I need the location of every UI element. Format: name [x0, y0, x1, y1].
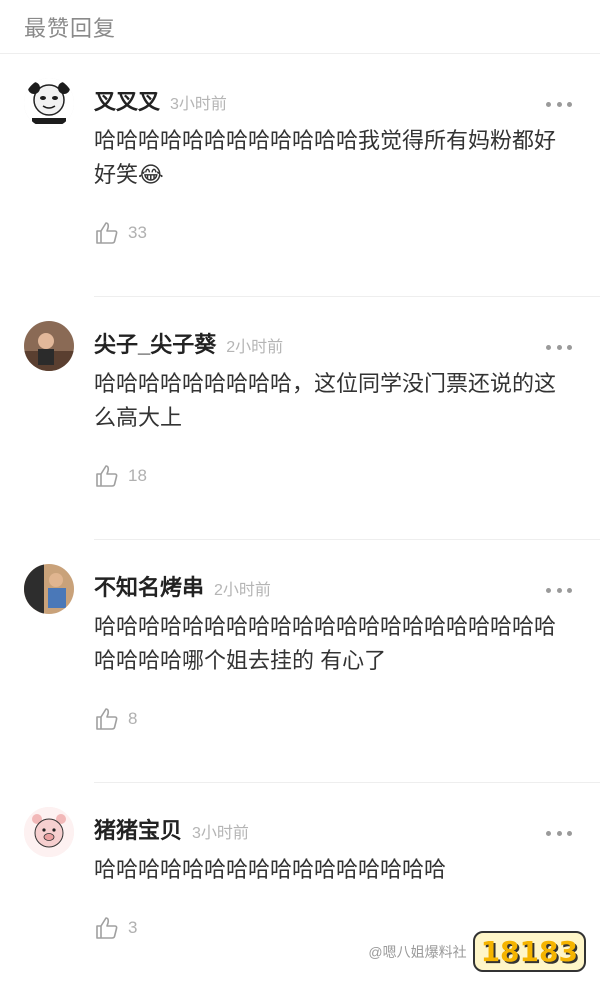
avatar[interactable]	[24, 78, 74, 128]
like-button[interactable]: 18	[94, 461, 600, 491]
site-logo: 18183	[472, 931, 586, 972]
comment-item: 叉叉叉 3小时前 哈哈哈哈哈哈哈哈哈哈哈哈我觉得所有妈粉都好好笑😂 33	[0, 54, 600, 296]
user-photo-icon	[24, 321, 74, 371]
avatar[interactable]	[24, 564, 74, 614]
like-button[interactable]: 8	[94, 704, 600, 734]
like-count: 33	[128, 223, 147, 242]
like-count: 3	[128, 918, 138, 937]
comment-time: 3小时前	[170, 96, 227, 113]
like-count: 18	[128, 466, 147, 485]
like-count: 8	[128, 709, 138, 728]
more-options-icon[interactable]	[546, 100, 572, 108]
comment-username[interactable]: 叉叉叉	[94, 84, 160, 116]
pig-cartoon-icon	[24, 807, 74, 857]
panda-face-icon	[24, 78, 74, 128]
user-photo-icon	[24, 564, 74, 614]
avatar[interactable]	[24, 321, 74, 371]
watermark: @嗯八姐爆料社 18183	[368, 931, 586, 972]
comment-item: 不知名烤串 2小时前 哈哈哈哈哈哈哈哈哈哈哈哈哈哈哈哈哈哈哈哈哈哈哈哈哈哪个姐去…	[0, 540, 600, 782]
comment-item: 尖子_尖子葵 2小时前 哈哈哈哈哈哈哈哈哈，这位同学没门票还说的这么高大上 18	[0, 297, 600, 539]
more-options-icon[interactable]	[546, 586, 572, 594]
thumbs-up-icon	[96, 917, 118, 939]
more-options-icon[interactable]	[546, 343, 572, 351]
more-options-icon[interactable]	[546, 829, 572, 837]
comment-username[interactable]: 不知名烤串	[94, 570, 204, 602]
header: 最赞回复	[0, 0, 600, 54]
like-button[interactable]: 33	[94, 218, 600, 248]
watermark-text: @嗯八姐爆料社	[368, 943, 467, 960]
comment-text: 哈哈哈哈哈哈哈哈哈哈哈哈哈哈哈哈	[94, 857, 447, 882]
comment-text: 哈哈哈哈哈哈哈哈哈，这位同学没门票还说的这么高大上	[94, 371, 557, 430]
comment-text: 哈哈哈哈哈哈哈哈哈哈哈哈我觉得所有妈粉都好好笑😂	[94, 128, 557, 187]
comment-time: 3小时前	[192, 825, 249, 842]
comment-time: 2小时前	[214, 582, 271, 599]
page-title: 最赞回复	[24, 15, 117, 41]
avatar[interactable]	[24, 807, 74, 857]
thumbs-up-icon	[96, 222, 118, 244]
comment-time: 2小时前	[226, 339, 284, 356]
comment-text: 哈哈哈哈哈哈哈哈哈哈哈哈哈哈哈哈哈哈哈哈哈哈哈哈哈哪个姐去挂的 有心了	[94, 614, 557, 673]
comment-username[interactable]: 尖子_尖子葵	[94, 327, 216, 359]
thumbs-up-icon	[96, 708, 118, 730]
comment-username[interactable]: 猪猪宝贝	[94, 813, 182, 845]
thumbs-up-icon	[96, 465, 118, 487]
